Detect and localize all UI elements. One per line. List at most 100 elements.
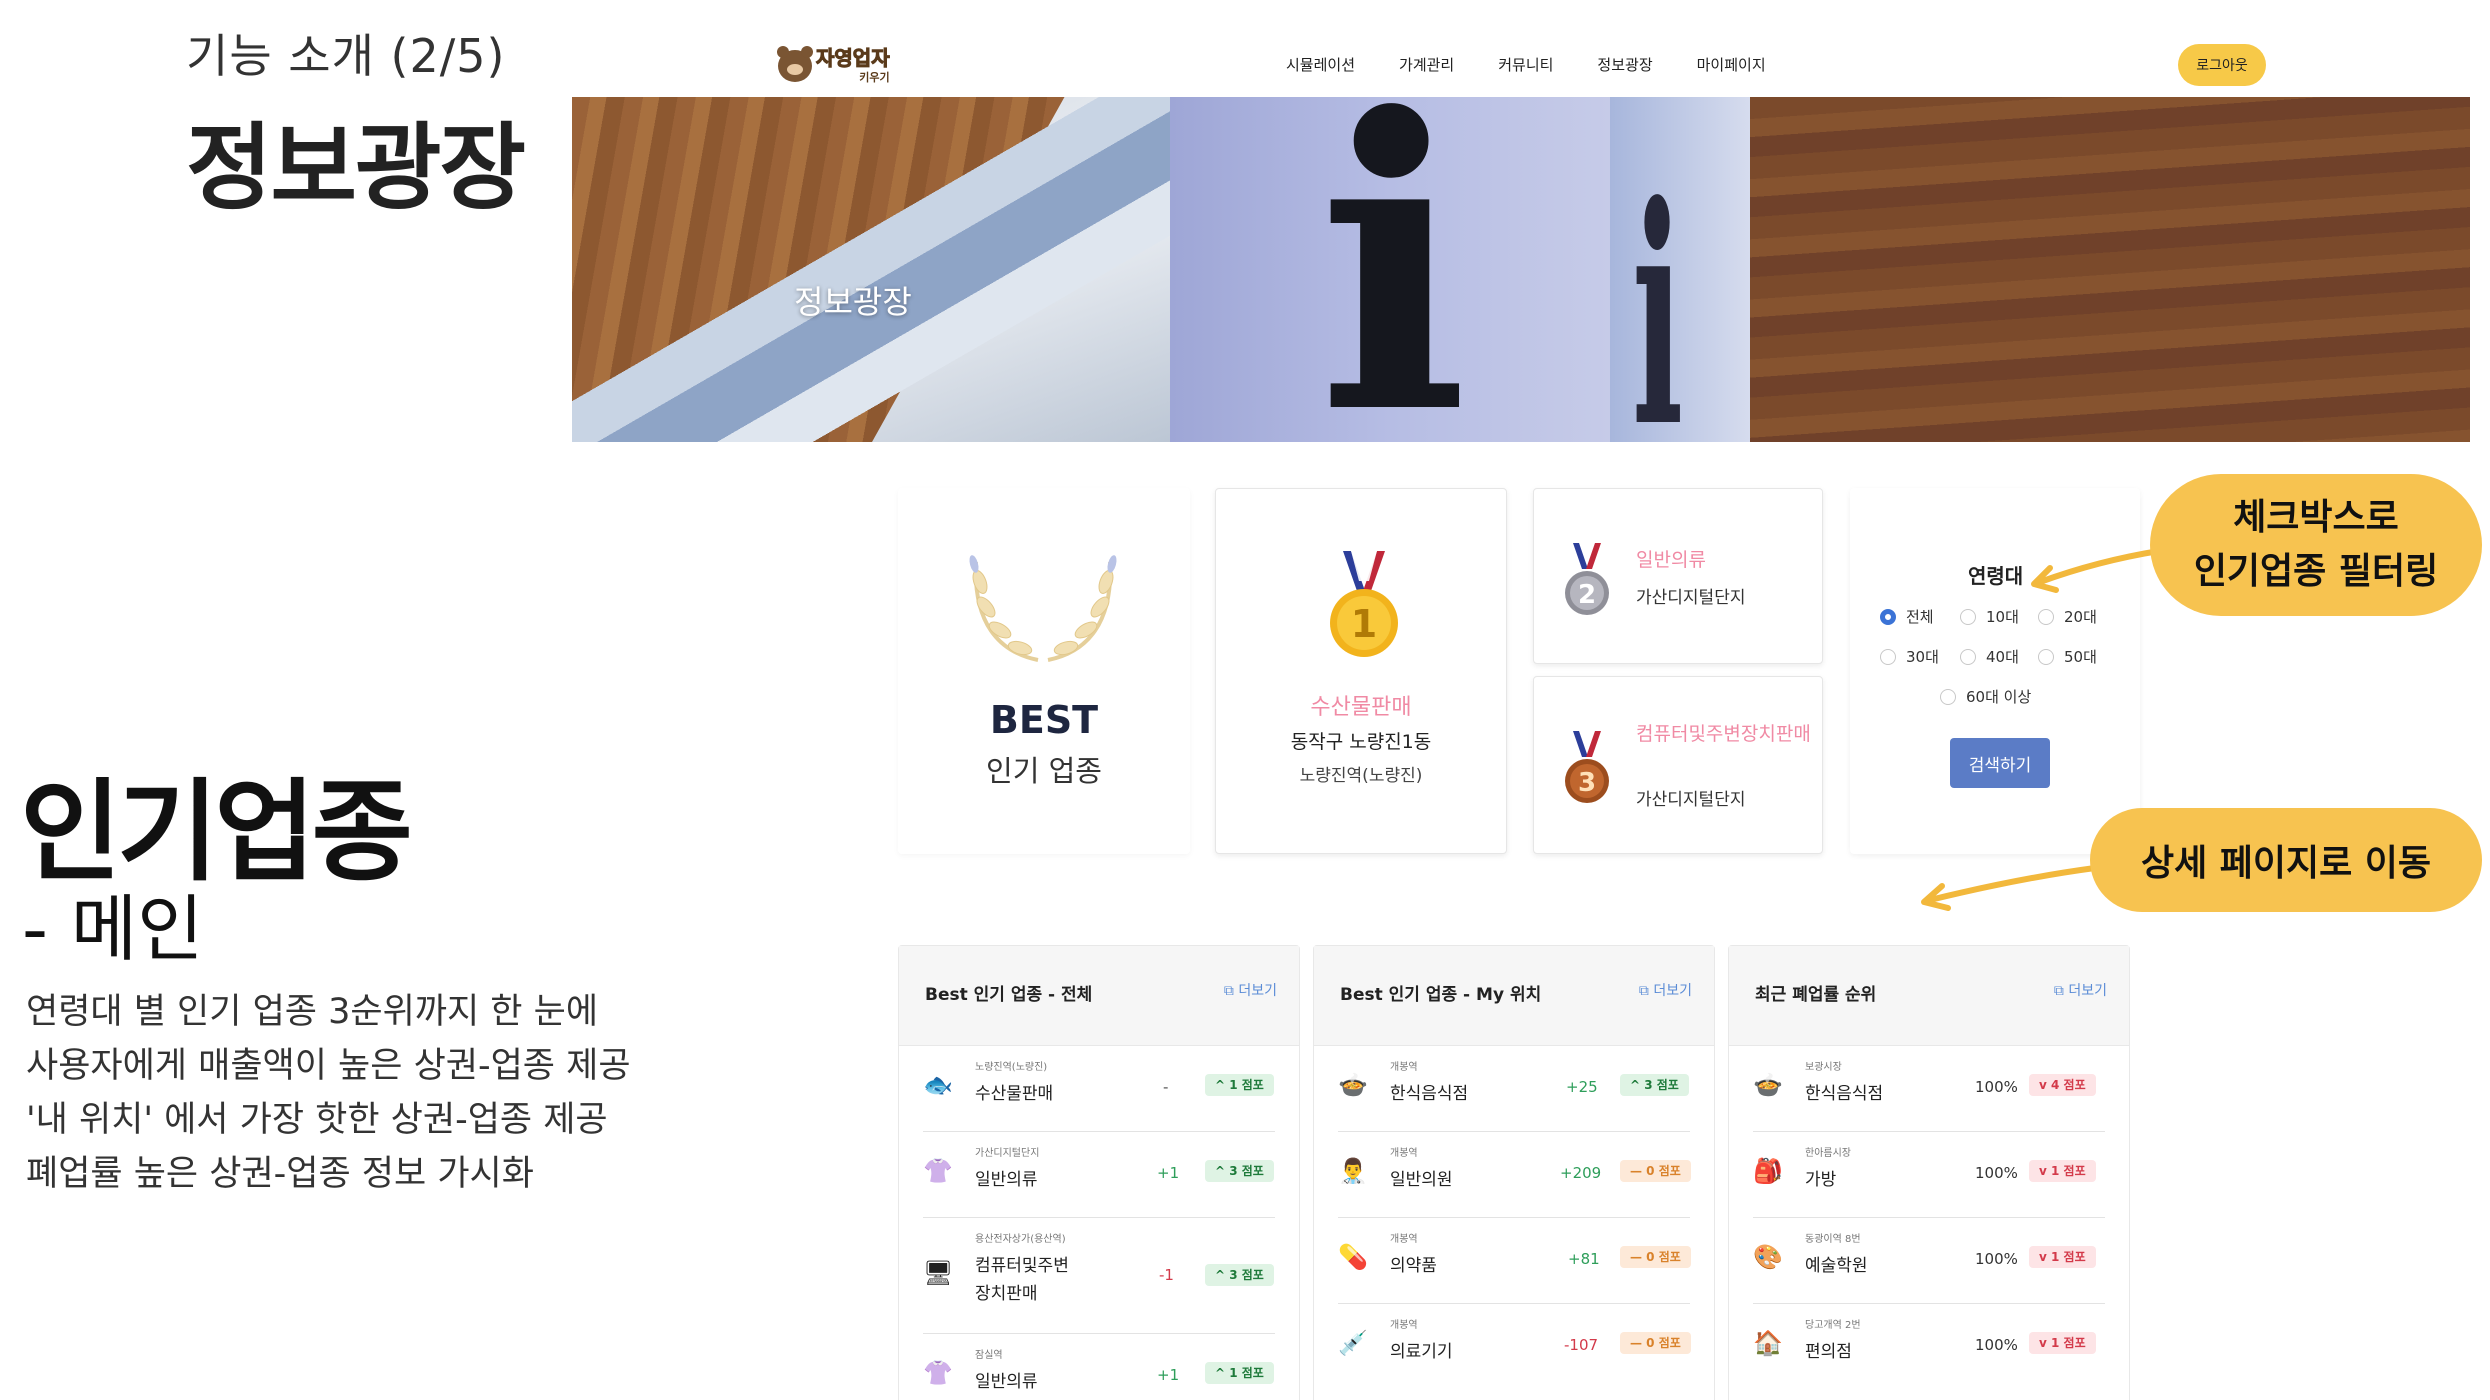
callout-checkbox-filter: 체크박스로 인기업종 필터링 [2150, 474, 2482, 616]
status-badge: ^ 1 점포 [1205, 1362, 1274, 1384]
gold-medal-icon: 1 [1330, 551, 1398, 657]
table-row[interactable]: 💊 개봉역 의약품 +81 — 0 점포 [1338, 1218, 1691, 1304]
logout-button[interactable]: 로그아웃 [2178, 44, 2266, 86]
age-option-30s[interactable]: 30대 [1880, 646, 1939, 667]
panel-closure-rate: 최근 폐업률 순위 ⧉ 더보기 🍲 보광시장 한식음식점 100% v 4 점포… [1728, 945, 2130, 1400]
main-nav: 시뮬레이션 가계관리 커뮤니티 정보광장 마이페이지 [1286, 54, 1766, 75]
status-badge: v 1 점포 [2029, 1332, 2096, 1354]
rank-3-category: 컴퓨터및주변장치판매 [1636, 723, 1811, 745]
shirt-icon: 👚 [923, 1359, 953, 1387]
table-row[interactable]: 🏠 당고개역 2번 편의점 100% v 1 점포 [1753, 1304, 2105, 1390]
info-sign-side-icon: i [1632, 140, 1684, 443]
slide-title: 정보광장 [186, 114, 526, 223]
rank-1-address: 동작구 노량진1동 [1290, 731, 1432, 753]
table-row[interactable]: 🎒 한아름시장 가방 100% v 1 점포 [1753, 1132, 2105, 1218]
rank-1-card[interactable]: 1 수산물판매 동작구 노량진1동 노량진역(노량진) [1215, 488, 1507, 854]
rank-3-card[interactable]: 3 컴퓨터및주변장치판매 가산디지털단지 [1533, 676, 1823, 854]
hero-banner: i i 정보광장 [572, 97, 2470, 442]
table-row[interactable]: 🍲 개봉역 한식음식점 +25 ^ 3 점포 [1338, 1046, 1690, 1132]
palette-icon: 🎨 [1753, 1243, 1783, 1271]
medal-rank: 1 [1351, 602, 1377, 646]
medal-rank: 3 [1578, 768, 1596, 798]
doctor-icon: 👨‍⚕️ [1338, 1157, 1368, 1185]
age-option-60s-plus[interactable]: 60대 이상 [1940, 686, 2031, 707]
status-badge: ^ 3 점포 [1205, 1160, 1274, 1182]
rank-2-category: 일반의류 [1636, 549, 1706, 571]
status-badge: ^ 3 점포 [1620, 1074, 1689, 1096]
best-subtitle: 인기 업종 [986, 754, 1102, 788]
info-sign-icon: i [1317, 97, 1469, 442]
rank-1-category: 수산물판매 [1310, 695, 1412, 720]
bronze-medal-icon: 3 [1565, 731, 1609, 803]
hero-label: 정보광장 [794, 283, 912, 321]
section-subtitle: - 메인 [22, 887, 204, 971]
logo-subtext: 키우기 [859, 71, 890, 84]
nav-item-household[interactable]: 가계관리 [1399, 54, 1454, 75]
age-option-all[interactable]: 전체 [1880, 606, 1934, 627]
rank-3-area: 가산디지털단지 [1636, 790, 1746, 810]
panel-best-all: Best 인기 업종 - 전체 ⧉ 더보기 🐟 노량진역(노량진) 수산물판매 … [898, 945, 1300, 1400]
shirt-icon: 👚 [923, 1157, 953, 1185]
callout-arrow-icon [2031, 547, 2168, 593]
table-row[interactable]: 👚 잠실역 일반의류 +1 ^ 1 점포 [923, 1334, 1275, 1400]
table-row[interactable]: 💉 개봉역 의료기기 -107 — 0 점포 [1338, 1304, 1691, 1390]
status-badge: v 4 점포 [2029, 1074, 2096, 1096]
bag-icon: 🎒 [1753, 1157, 1783, 1185]
table-row[interactable]: 🐟 노량진역(노량진) 수산물판매 - ^ 1 점포 [923, 1046, 1275, 1132]
table-row[interactable]: 🍲 보광시장 한식음식점 100% v 4 점포 [1753, 1046, 2105, 1132]
age-option-40s[interactable]: 40대 [1960, 646, 2019, 667]
panel-title: 최근 폐업률 순위 [1755, 985, 1877, 1005]
age-filter-label: 연령대 [1968, 564, 2024, 588]
more-link[interactable]: ⧉ 더보기 [1639, 980, 1692, 1000]
status-badge: — 0 점포 [1620, 1160, 1691, 1182]
computer-icon: 🖥 [923, 1259, 954, 1287]
pill-icon: 💊 [1338, 1243, 1368, 1271]
external-link-icon: ⧉ [1223, 983, 1234, 999]
syringe-icon: 💉 [1338, 1329, 1368, 1357]
best-title: BEST [989, 698, 1099, 742]
status-badge: ^ 3 점포 [1205, 1264, 1274, 1286]
best-intro-card: BEST 인기 업종 [898, 488, 1190, 854]
panel-title: Best 인기 업종 - 전체 [925, 985, 1093, 1005]
logo-text: 자영업자 [816, 46, 891, 70]
site-logo[interactable]: 자영업자 키우기 [777, 46, 898, 86]
rank-2-card[interactable]: 2 일반의류 가산디지털단지 [1533, 488, 1823, 664]
status-badge: ^ 1 점포 [1205, 1074, 1274, 1096]
store-icon: 🏠 [1753, 1329, 1783, 1357]
section-description: 연령대 별 인기 업종 3순위까지 한 눈에 사용자에게 매출액이 높은 상권-… [26, 985, 631, 1201]
nav-item-mypage[interactable]: 마이페이지 [1697, 54, 1766, 75]
description-line: 사용자에게 매출액이 높은 상권-업종 제공 [26, 1046, 631, 1086]
search-button[interactable]: 검색하기 [1950, 738, 2050, 788]
age-option-20s[interactable]: 20대 [2038, 606, 2097, 627]
more-link[interactable]: ⧉ 더보기 [1224, 980, 1277, 1000]
panel-best-my-location: Best 인기 업종 - My 위치 ⧉ 더보기 🍲 개봉역 한식음식점 +25… [1313, 945, 1715, 1400]
laurel-icon [969, 555, 1117, 662]
nav-item-info-plaza[interactable]: 정보광장 [1597, 54, 1652, 75]
medal-rank: 2 [1578, 580, 1596, 610]
description-line: 연령대 별 인기 업종 3순위까지 한 눈에 [26, 992, 599, 1032]
fish-icon: 🐟 [923, 1071, 953, 1099]
description-line: 폐업률 높은 상권-업종 정보 가시화 [26, 1154, 534, 1194]
korean-food-icon: 🍲 [1753, 1071, 1783, 1099]
description-line: '내 위치' 에서 가장 핫한 상권-업종 제공 [26, 1100, 608, 1140]
external-link-icon: ⧉ [1638, 983, 1649, 999]
status-badge: v 1 점포 [2029, 1246, 2096, 1268]
bear-icon [777, 46, 813, 82]
rank-1-station: 노량진역(노량진) [1299, 766, 1423, 786]
callout-detail-page: 상세 페이지로 이동 [2090, 808, 2482, 912]
nav-item-community[interactable]: 커뮤니티 [1498, 54, 1553, 75]
rank-2-area: 가산디지털단지 [1636, 588, 1746, 608]
table-row[interactable]: 🖥 용산전자상가(용산역) 컴퓨터및주변 장치판매 -1 ^ 3 점포 [923, 1218, 1275, 1334]
slide-subtitle: 기능 소개 (2/5) [186, 29, 506, 83]
age-option-50s[interactable]: 50대 [2038, 646, 2097, 667]
table-row[interactable]: 🎨 동광이역 8번 예술학원 100% v 1 점포 [1753, 1218, 2105, 1304]
more-link[interactable]: ⧉ 더보기 [2054, 980, 2107, 1000]
age-option-10s[interactable]: 10대 [1960, 606, 2019, 627]
table-row[interactable]: 👚 가산디지털단지 일반의류 +1 ^ 3 점포 [923, 1132, 1275, 1218]
status-badge: — 0 점포 [1620, 1332, 1691, 1354]
korean-food-icon: 🍲 [1338, 1071, 1368, 1099]
status-badge: v 1 점포 [2029, 1160, 2096, 1182]
panel-title: Best 인기 업종 - My 위치 [1340, 985, 1542, 1005]
table-row[interactable]: 👨‍⚕️ 개봉역 일반의원 +209 — 0 점포 [1338, 1132, 1691, 1218]
nav-item-simulation[interactable]: 시뮬레이션 [1286, 54, 1355, 75]
